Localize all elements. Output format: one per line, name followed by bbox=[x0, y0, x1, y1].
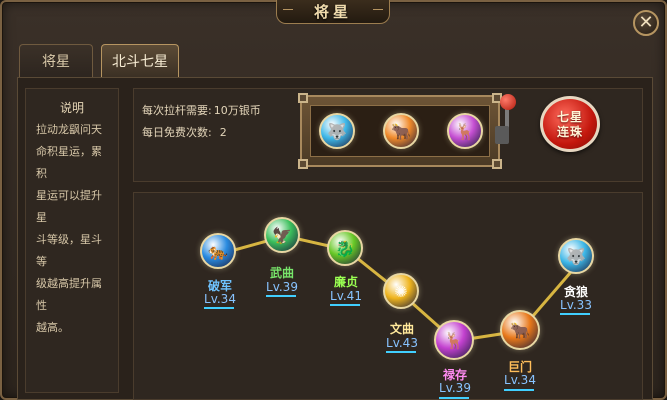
star-lianzhen[interactable]: 🐉 bbox=[327, 230, 363, 266]
close-button[interactable]: ✕ bbox=[633, 10, 659, 36]
description-line: 命积星运，累积 bbox=[36, 145, 102, 180]
tab-general-star[interactable]: 将星 bbox=[19, 44, 93, 77]
star-wuqu[interactable]: 🦅 bbox=[264, 217, 300, 253]
slot-reels: 🐺 🐂 🦌 bbox=[310, 105, 490, 157]
description-text: 拉动龙飖问天 命积星运，累积 星运可以提升星 斗等级，星斗等 级越高提升属性 越… bbox=[36, 119, 112, 339]
star-name: 文曲 bbox=[389, 322, 414, 336]
star-lucun[interactable]: 🦌 bbox=[434, 320, 474, 360]
description-line: 星运可以提升星 bbox=[36, 189, 102, 224]
free-value: 2 bbox=[219, 126, 227, 139]
description-title: 说明 bbox=[59, 101, 84, 115]
level-bar bbox=[266, 295, 296, 297]
level-bar bbox=[439, 397, 469, 399]
star-level: Lv.34 bbox=[204, 292, 236, 306]
description-panel: 说明 拉动龙飖问天 命积星运，累积 星运可以提升星 斗等级，星斗等 级越高提升属… bbox=[25, 88, 119, 393]
star-level: Lv.34 bbox=[504, 373, 536, 387]
star-tanlang[interactable]: 🐺 bbox=[558, 238, 594, 274]
level-bar bbox=[204, 307, 234, 309]
star-wenqu[interactable]: ✺ bbox=[383, 273, 419, 309]
description-line: 拉动龙飖问天 bbox=[36, 123, 102, 136]
window-title: 将星 bbox=[276, 0, 390, 24]
seven-stars-line2: 连珠 bbox=[556, 125, 583, 139]
level-bar bbox=[330, 304, 360, 306]
description-line: 级越高提升属性 bbox=[36, 277, 102, 312]
free-line: 每日免费次数: 2 bbox=[142, 124, 227, 140]
cost-label: 每次拉杆需要: bbox=[142, 104, 212, 117]
slot-corner bbox=[298, 93, 308, 103]
slot-orb-wolf-icon: 🐺 bbox=[319, 113, 355, 149]
slot-orb-deer-icon: 🦌 bbox=[447, 113, 483, 149]
lever-handle[interactable] bbox=[500, 94, 516, 110]
description-line: 斗等级，星斗等 bbox=[36, 233, 102, 268]
level-bar bbox=[560, 313, 590, 315]
slot-orb-ox-icon: 🐂 bbox=[383, 113, 419, 149]
slot-machine: 🐺 🐂 🦌 bbox=[298, 93, 502, 169]
star-level: Lv.39 bbox=[266, 280, 298, 294]
stars-panel: 🐅 破军 Lv.34 🦅 武曲 Lv.39 🐉 廉贞 Lv.41 ✺ 文曲 Lv… bbox=[133, 192, 643, 400]
level-bar bbox=[386, 351, 416, 353]
star-level: Lv.39 bbox=[439, 381, 471, 395]
star-name: 廉贞 bbox=[333, 275, 358, 289]
star-name: 武曲 bbox=[269, 266, 294, 280]
star-level: Lv.41 bbox=[330, 289, 362, 303]
lever-base bbox=[495, 126, 509, 144]
star-level: Lv.33 bbox=[560, 298, 592, 312]
slot-corner bbox=[492, 159, 502, 169]
star-jumen[interactable]: 🐂 bbox=[500, 310, 540, 350]
star-pojun[interactable]: 🐅 bbox=[200, 233, 236, 269]
seven-stars-line1: 七星 bbox=[556, 110, 583, 124]
cost-value: 10万银币 bbox=[213, 104, 261, 117]
tab-big-dipper[interactable]: 北斗七星 bbox=[101, 44, 179, 77]
level-bar bbox=[504, 389, 534, 391]
cost-line: 每次拉杆需要: 10万银币 bbox=[142, 102, 261, 118]
slot-corner bbox=[298, 159, 308, 169]
close-icon: ✕ bbox=[638, 12, 654, 33]
star-level: Lv.43 bbox=[386, 336, 418, 350]
seven-stars-button[interactable]: 七星 连珠 bbox=[540, 96, 600, 152]
description-line: 越高。 bbox=[36, 321, 69, 334]
free-label: 每日免费次数: bbox=[142, 126, 212, 139]
